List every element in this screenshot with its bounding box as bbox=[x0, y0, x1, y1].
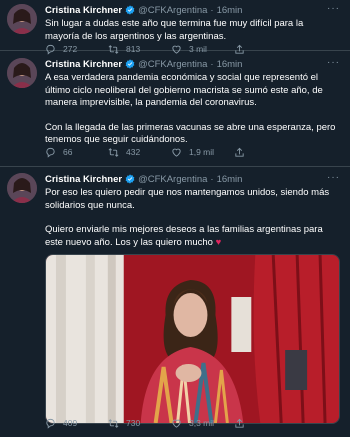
tweet-photo[interactable] bbox=[45, 254, 340, 424]
like-icon bbox=[172, 419, 181, 428]
share-icon bbox=[235, 147, 244, 157]
tweet-paragraph: Sin lugar a dudas este año que termina f… bbox=[45, 18, 304, 42]
tweet[interactable]: Cristina Kirchner @CFKArgentina · 16min … bbox=[0, 167, 350, 437]
tweet-text: A esa verdadera pandemia económica y soc… bbox=[45, 72, 340, 147]
share-button[interactable] bbox=[234, 418, 297, 429]
verified-badge-icon bbox=[125, 59, 135, 69]
author-handle[interactable]: @CFKArgentina bbox=[138, 5, 207, 16]
tweet-paragraph: Quiero enviarle mis mejores deseos a las… bbox=[45, 224, 323, 248]
retweet-icon bbox=[108, 147, 119, 157]
author-name[interactable]: Cristina Kirchner bbox=[45, 59, 122, 70]
reply-button[interactable]: 66 bbox=[45, 147, 108, 158]
tweet-actions: 409 730 3,3 mil bbox=[45, 415, 297, 431]
verified-badge-icon bbox=[125, 5, 135, 15]
timestamp[interactable]: 16min bbox=[217, 174, 243, 185]
heart-emoji: ♥ bbox=[215, 236, 222, 248]
separator-dot: · bbox=[210, 58, 214, 70]
like-button[interactable]: 1,9 mil bbox=[171, 147, 234, 158]
more-icon[interactable]: ··· bbox=[327, 172, 340, 183]
author-handle[interactable]: @CFKArgentina bbox=[138, 174, 207, 185]
tweet-actions: 66 432 1,9 mil bbox=[45, 144, 297, 160]
more-icon[interactable]: ··· bbox=[327, 3, 340, 14]
like-count: 1,9 mil bbox=[189, 147, 215, 157]
avatar[interactable] bbox=[7, 173, 37, 203]
author-name[interactable]: Cristina Kirchner bbox=[45, 174, 122, 185]
avatar[interactable] bbox=[7, 4, 37, 34]
separator-dot: · bbox=[210, 4, 214, 16]
tweet[interactable]: Cristina Kirchner @CFKArgentina · 16min … bbox=[0, 51, 350, 167]
tweet[interactable]: Cristina Kirchner @CFKArgentina · 16min … bbox=[0, 0, 350, 55]
author-name[interactable]: Cristina Kirchner bbox=[45, 5, 122, 16]
tweet-paragraph: Por eso les quiero pedir que nos manteng… bbox=[45, 187, 330, 211]
retweet-button[interactable]: 432 bbox=[108, 147, 171, 158]
tweet-header: Cristina Kirchner @CFKArgentina · 16min bbox=[45, 57, 340, 71]
separator-dot: · bbox=[210, 173, 214, 185]
like-icon bbox=[172, 148, 181, 157]
tweet-text: Sin lugar a dudas este año que termina f… bbox=[45, 18, 340, 43]
like-count: 3,3 mil bbox=[189, 418, 215, 428]
timestamp[interactable]: 16min bbox=[217, 59, 243, 70]
retweet-count: 432 bbox=[126, 147, 141, 157]
reply-icon bbox=[46, 147, 55, 158]
timestamp[interactable]: 16min bbox=[217, 5, 243, 16]
author-handle[interactable]: @CFKArgentina bbox=[138, 59, 207, 70]
tweet-paragraph: A esa verdadera pandemia económica y soc… bbox=[45, 72, 323, 108]
share-icon bbox=[235, 418, 244, 428]
tweet-header: Cristina Kirchner @CFKArgentina · 16min bbox=[45, 172, 340, 186]
retweet-count: 730 bbox=[126, 418, 141, 428]
photo-image bbox=[46, 255, 339, 423]
like-button[interactable]: 3,3 mil bbox=[171, 418, 234, 429]
reply-count: 409 bbox=[63, 418, 78, 428]
tweet-paragraph: Con la llegada de las primeras vacunas s… bbox=[45, 121, 336, 146]
share-button[interactable] bbox=[234, 147, 297, 158]
retweet-icon bbox=[108, 418, 119, 428]
tweet-text: Por eso les quiero pedir que nos manteng… bbox=[45, 187, 340, 249]
tweet-paragraph-with-heart: Quiero enviarle mis mejores deseos a las… bbox=[45, 224, 340, 249]
tweet-header: Cristina Kirchner @CFKArgentina · 16min bbox=[45, 3, 340, 17]
reply-icon bbox=[46, 418, 55, 429]
retweet-button[interactable]: 730 bbox=[108, 418, 171, 429]
reply-button[interactable]: 409 bbox=[45, 418, 108, 429]
avatar[interactable] bbox=[7, 58, 37, 88]
reply-count: 66 bbox=[63, 147, 73, 157]
verified-badge-icon bbox=[125, 174, 135, 184]
more-icon[interactable]: ··· bbox=[327, 57, 340, 68]
